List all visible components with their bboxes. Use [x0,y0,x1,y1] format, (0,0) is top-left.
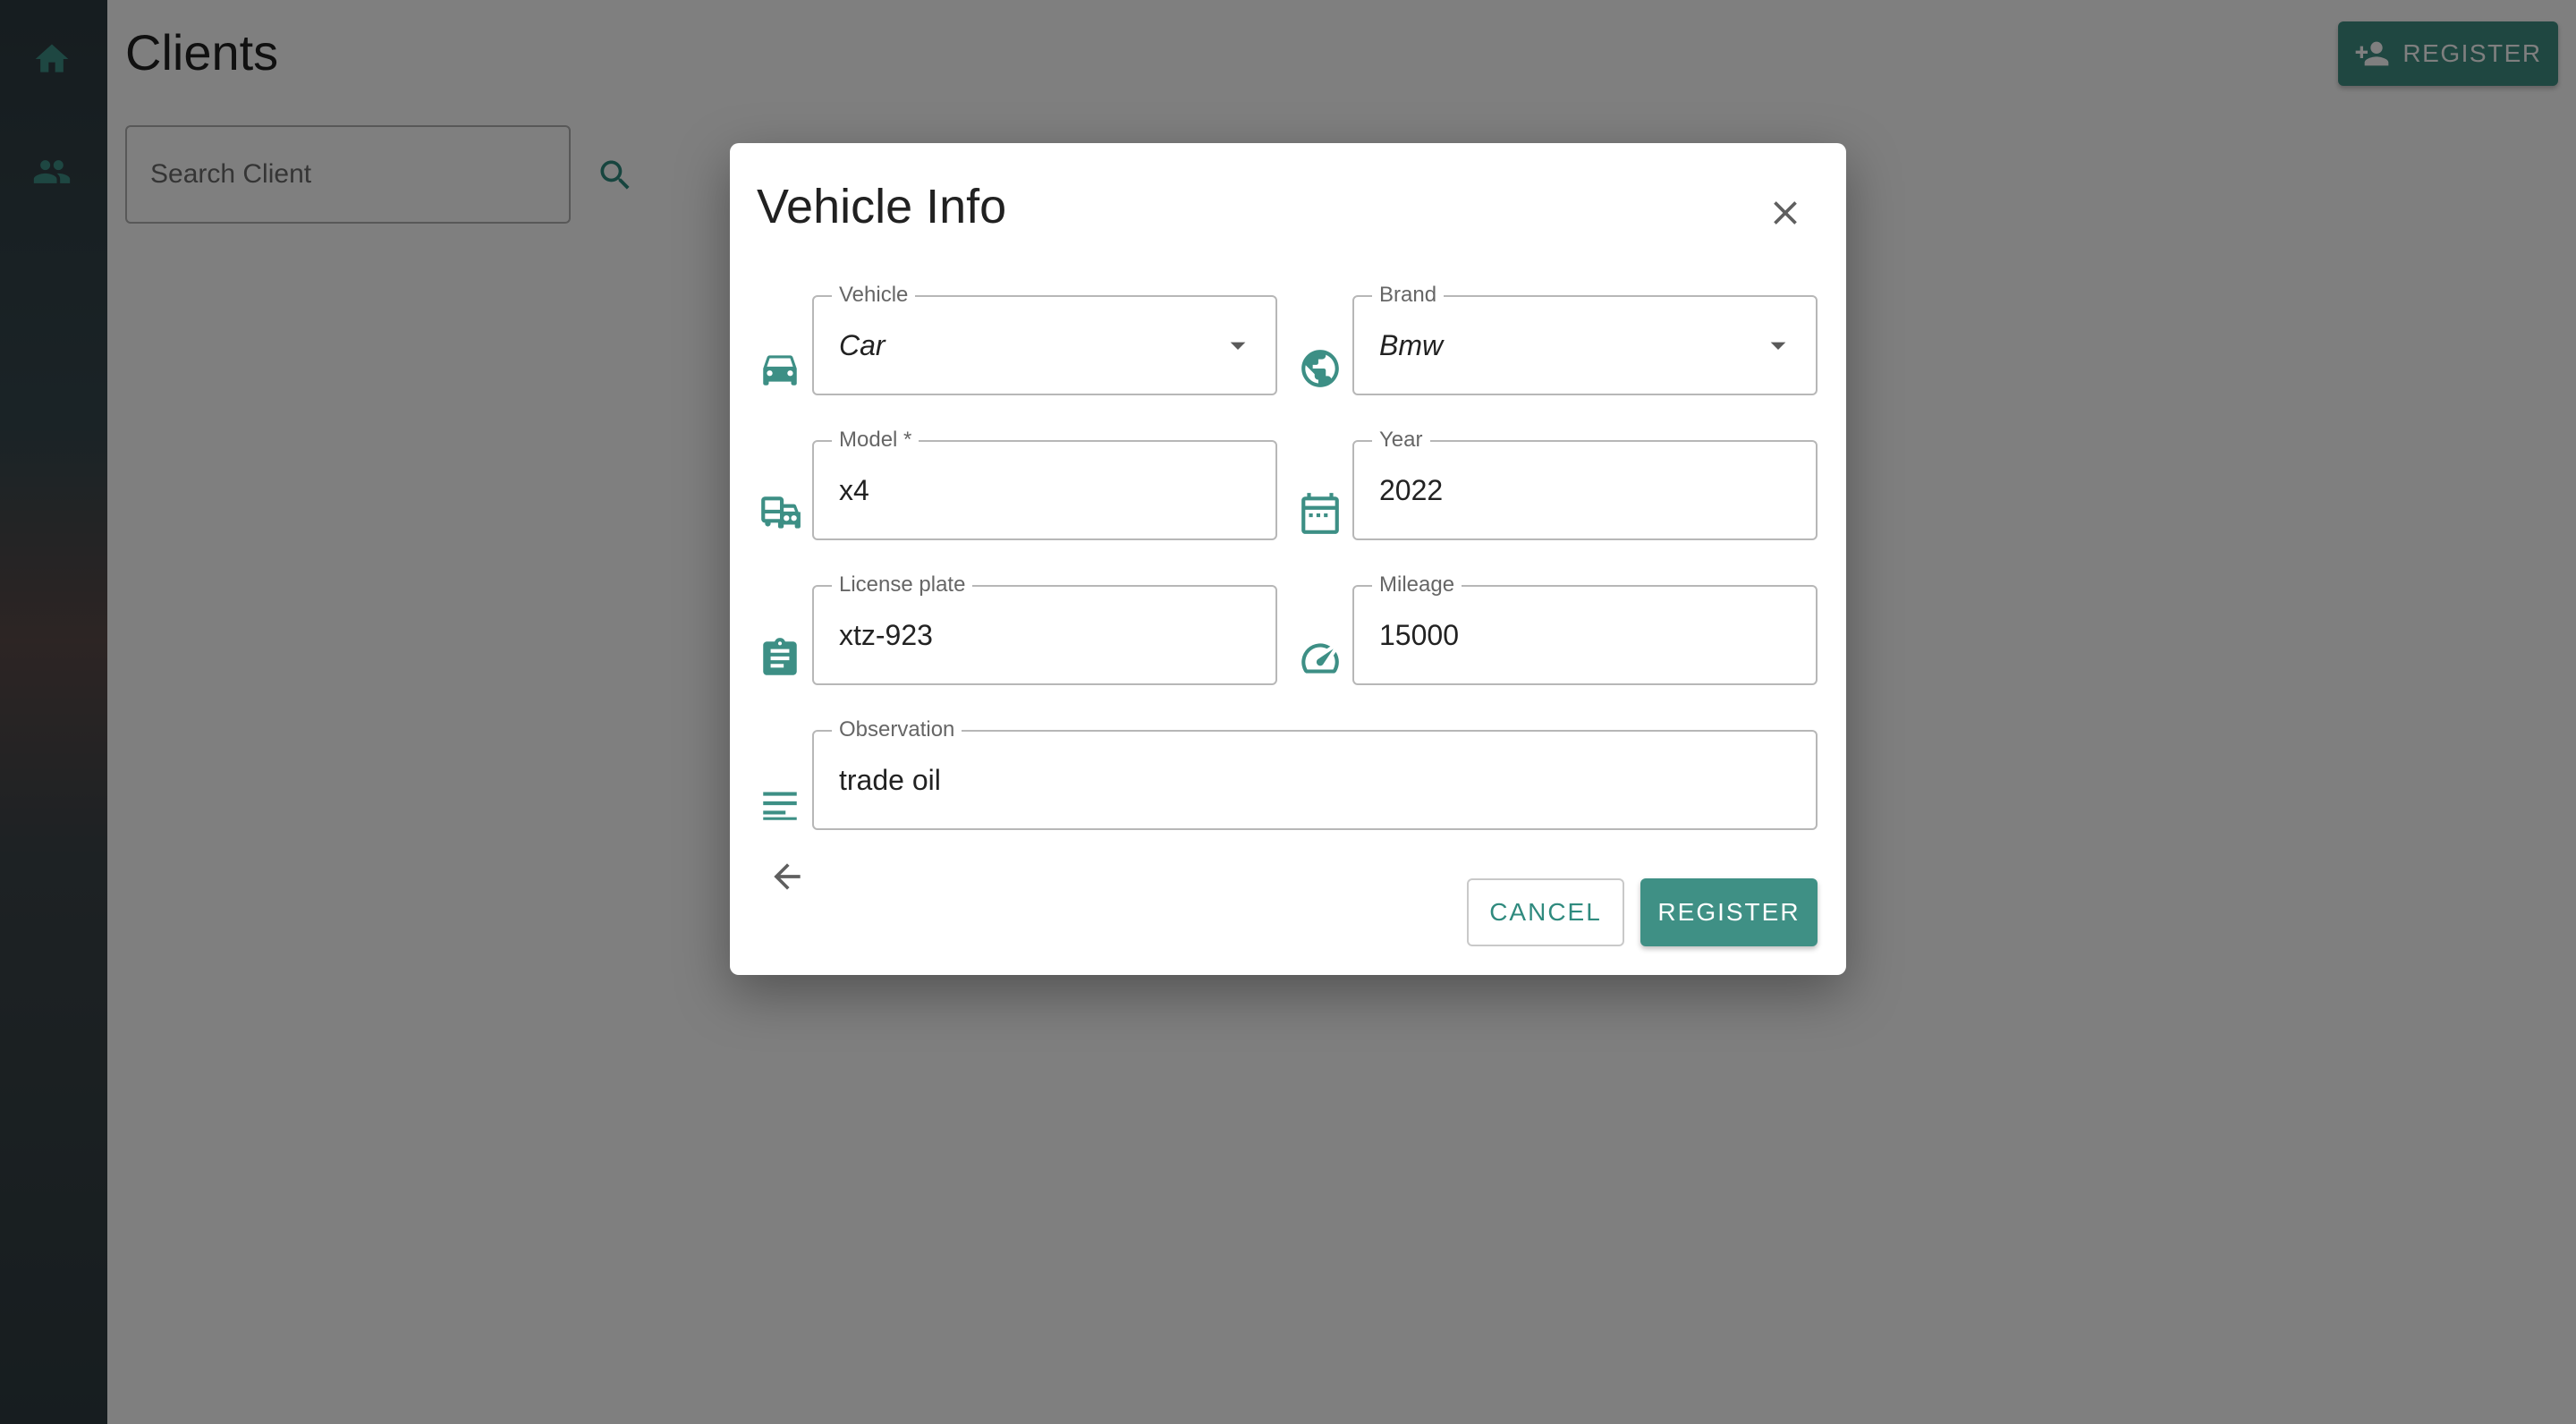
observation-field[interactable]: Observation trade oil [812,717,1818,830]
observation-value: trade oil [839,764,941,796]
register-button[interactable]: REGISTER [1640,878,1818,946]
calendar-icon [1297,490,1343,537]
model-value: x4 [839,474,869,506]
vehicle-info-dialog: Vehicle Info Vehicle Car Brand Bmw Model… [730,143,1846,975]
license-plate-field[interactable]: License plate xtz-923 [812,572,1277,685]
transport-icon [757,490,803,537]
close-icon[interactable] [1757,184,1814,242]
model-field[interactable]: Model * x4 [812,428,1277,540]
year-value: 2022 [1379,474,1444,506]
chevron-down-icon[interactable] [1220,327,1256,363]
brand-select[interactable]: Brand Bmw [1352,283,1818,395]
dialog-title: Vehicle Info [757,180,1007,233]
car-icon [757,345,803,392]
year-field[interactable]: Year 2022 [1352,428,1818,540]
mileage-field[interactable]: Mileage 15000 [1352,572,1818,685]
speedometer-icon [1297,635,1343,682]
cancel-button[interactable]: CANCEL [1467,878,1624,946]
vehicle-select[interactable]: Vehicle Car [812,283,1277,395]
mileage-value: 15000 [1379,619,1459,651]
globe-icon [1297,345,1343,392]
clipboard-icon [757,635,803,682]
brand-value: Bmw [1379,329,1444,361]
app: Clients REGISTER Vehicle Info Vehicle Ca… [0,0,2576,1424]
vehicle-value: Car [839,329,886,361]
arrow-back-icon[interactable] [762,852,812,902]
chevron-down-icon[interactable] [1760,327,1796,363]
notes-icon [757,780,803,826]
license-plate-value: xtz-923 [839,619,933,651]
